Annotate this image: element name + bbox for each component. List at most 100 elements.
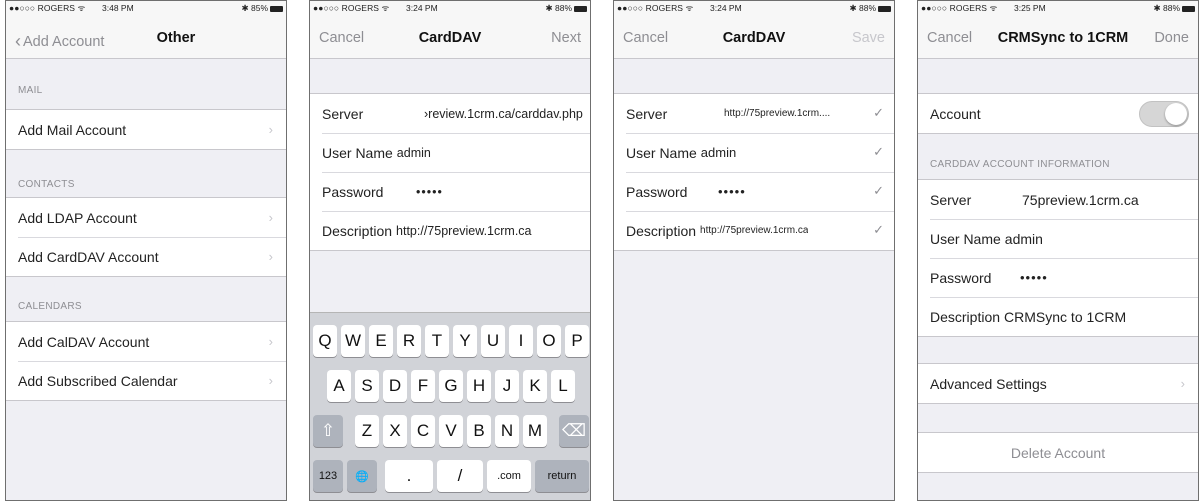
delete-account-button[interactable]: Delete Account [918, 433, 1198, 472]
key-q[interactable]: Q [313, 325, 337, 357]
row-label: Add Subscribed Calendar [18, 372, 178, 389]
server-field[interactable]: 75preview.1crm.ca [1022, 192, 1139, 208]
add-ldap-account-row[interactable]: Add LDAP Account › [6, 198, 286, 237]
nav-bar: Cancel CardDAV Save [614, 15, 894, 59]
toggle-knob [1165, 103, 1187, 125]
battery-indicator: ✱ 88% [850, 3, 891, 14]
key-w[interactable]: W [341, 325, 365, 357]
key-k[interactable]: K [523, 370, 547, 402]
key-l[interactable]: L [551, 370, 575, 402]
description-label: Description [626, 222, 697, 239]
checkmark-icon: ✓ [873, 144, 884, 159]
account-form: Server http://75preview.1crm.... ✓ User … [614, 93, 894, 251]
user-name-row[interactable]: User Name admin ✓ [614, 133, 894, 172]
password-field[interactable]: ••••• [1020, 270, 1048, 285]
user-name-row[interactable]: User Name admin [310, 133, 590, 172]
description-label: Description [322, 222, 393, 239]
key-g[interactable]: G [439, 370, 463, 402]
key-f[interactable]: F [411, 370, 435, 402]
add-carddav-account-row[interactable]: Add CardDAV Account › [6, 237, 286, 276]
key-t[interactable]: T [425, 325, 449, 357]
description-row[interactable]: Description http://75preview.1crm.ca [310, 211, 590, 250]
key-v[interactable]: V [439, 415, 463, 447]
key-e[interactable]: E [369, 325, 393, 357]
key-j[interactable]: J [495, 370, 519, 402]
key-i[interactable]: I [509, 325, 533, 357]
chevron-right-icon: › [268, 249, 273, 264]
clock: 3:24 PM [406, 3, 438, 13]
add-subscribed-calendar-row[interactable]: Add Subscribed Calendar › [6, 361, 286, 400]
globe-key[interactable]: 🌐 [347, 460, 377, 492]
nav-bar: Cancel CRMSync to 1CRM Done [918, 15, 1198, 59]
battery-percent: ✱ 85% [241, 3, 269, 13]
server-label: Server [930, 191, 972, 208]
contacts-group: Add LDAP Account › Add CardDAV Account › [6, 197, 286, 277]
key-y[interactable]: Y [453, 325, 477, 357]
advanced-settings-row[interactable]: Advanced Settings › [918, 364, 1198, 403]
battery-icon [270, 5, 283, 12]
key-p[interactable]: P [565, 325, 589, 357]
clock: 3:48 PM [102, 3, 134, 13]
user-name-field[interactable]: admin [1005, 231, 1043, 247]
server-row[interactable]: Server http://75preview.1crm.... ✓ [614, 94, 894, 133]
user-name-row[interactable]: User Name admin [918, 219, 1198, 258]
password-field[interactable]: ••••• [416, 185, 443, 199]
back-chevron-icon: ‹ [15, 31, 21, 51]
key-d[interactable]: D [383, 370, 407, 402]
shift-icon: ⇧ [320, 421, 336, 440]
battery-icon [1182, 5, 1195, 12]
description-field[interactable]: http://75preview.1crm.ca [396, 224, 531, 238]
dotcom-key[interactable]: .com [487, 460, 531, 492]
user-name-field[interactable]: admin [397, 146, 431, 160]
add-mail-account-row[interactable]: Add Mail Account › [6, 110, 286, 149]
add-caldav-account-row[interactable]: Add CalDAV Account › [6, 322, 286, 361]
server-label: Server [322, 105, 364, 122]
user-name-label: User Name [930, 230, 1001, 247]
server-field[interactable]: http://75preview.1crm.... [724, 108, 830, 119]
description-field[interactable]: CRMSync to 1CRM [1004, 309, 1126, 325]
description-row[interactable]: Description http://75preview.1crm.ca ✓ [614, 211, 894, 250]
status-bar: ●●○○○ ROGERS ᯤ 3:24 PM ✱ 88% [310, 1, 590, 15]
delete-icon: ⌫ [561, 421, 587, 440]
chevron-right-icon: › [268, 334, 273, 349]
description-row[interactable]: Description CRMSync to 1CRM [918, 297, 1198, 336]
password-field[interactable]: ••••• [718, 184, 746, 199]
calendars-group: Add CalDAV Account › Add Subscribed Cale… [6, 321, 286, 401]
key-a[interactable]: A [327, 370, 351, 402]
section-header-calendars: CALENDARS [18, 301, 82, 312]
done-button[interactable]: Done [1154, 30, 1189, 46]
server-row[interactable]: Server 75preview.1crm.ca [918, 180, 1198, 219]
dot-key[interactable]: . [385, 460, 433, 492]
slash-key[interactable]: / [437, 460, 483, 492]
key-m[interactable]: M [523, 415, 547, 447]
nav-bar: Cancel CardDAV Next [310, 15, 590, 59]
numbers-key[interactable]: 123 [313, 460, 343, 492]
description-field[interactable]: http://75preview.1crm.ca [700, 225, 808, 236]
shift-key[interactable]: ⇧ [313, 415, 343, 447]
key-n[interactable]: N [495, 415, 519, 447]
key-c[interactable]: C [411, 415, 435, 447]
row-label: Add LDAP Account [18, 209, 137, 226]
key-r[interactable]: R [397, 325, 421, 357]
key-u[interactable]: U [481, 325, 505, 357]
password-label: Password [930, 269, 992, 286]
key-h[interactable]: H [467, 370, 491, 402]
password-row[interactable]: Password ••••• [310, 172, 590, 211]
delete-key[interactable]: ⌫ [559, 415, 589, 447]
key-x[interactable]: X [383, 415, 407, 447]
key-s[interactable]: S [355, 370, 379, 402]
key-o[interactable]: O [537, 325, 561, 357]
nav-title: CardDAV [418, 30, 482, 46]
server-field[interactable]: ›review.1crm.ca/carddav.php [424, 107, 583, 121]
password-row[interactable]: Password ••••• ✓ [614, 172, 894, 211]
save-button[interactable]: Save [852, 30, 885, 46]
key-z[interactable]: Z [355, 415, 379, 447]
password-row[interactable]: Password ••••• [918, 258, 1198, 297]
chevron-right-icon: › [1180, 376, 1185, 391]
server-row[interactable]: Server ›review.1crm.ca/carddav.php [310, 94, 590, 133]
user-name-field[interactable]: admin [701, 145, 736, 160]
next-button[interactable]: Next [551, 30, 581, 46]
account-toggle[interactable] [1139, 101, 1189, 127]
key-b[interactable]: B [467, 415, 491, 447]
return-key[interactable]: return [535, 460, 589, 492]
